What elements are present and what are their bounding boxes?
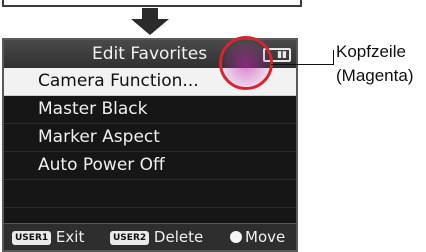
page-title: Edit Favorites (92, 44, 208, 64)
dial-dot-icon (230, 231, 242, 243)
user1-action-label: Exit (55, 228, 85, 246)
menu-item-label: Auto Power Off (38, 155, 165, 175)
down-arrow-icon (131, 8, 169, 35)
user1-tag: USER1 (12, 231, 52, 245)
callout-label-line1: Kopfzeile (336, 42, 406, 61)
previous-screen-frame (2, 0, 302, 7)
user2-action-label: Delete (153, 228, 204, 246)
button-guide-bar: USER1 Exit USER2 Delete Move (4, 223, 296, 250)
callout-label-line2: (Magenta) (336, 66, 414, 85)
move-action-label: Move (245, 228, 286, 246)
menu-item-label: Master Black (38, 99, 148, 119)
menu-item-label: Camera Function... (38, 71, 199, 91)
callout-leader-line (271, 64, 333, 65)
menu-item-master-black[interactable]: Master Black (4, 96, 296, 124)
move-hint: Move (230, 224, 285, 250)
menu-item-marker-aspect[interactable]: Marker Aspect (4, 124, 296, 152)
menu-item-auto-power-off[interactable]: Auto Power Off (4, 152, 296, 180)
user2-tag: USER2 (110, 231, 150, 245)
user1-exit-button[interactable]: USER1 Exit (12, 224, 84, 250)
menu-item-label: Marker Aspect (38, 127, 160, 147)
favorites-list: Camera Function... Master Black Marker A… (4, 68, 296, 236)
empty-row (4, 180, 296, 208)
callout-circle (219, 36, 273, 90)
callout-leader-tick (333, 50, 334, 65)
user2-delete-button[interactable]: USER2 Delete (110, 224, 203, 250)
